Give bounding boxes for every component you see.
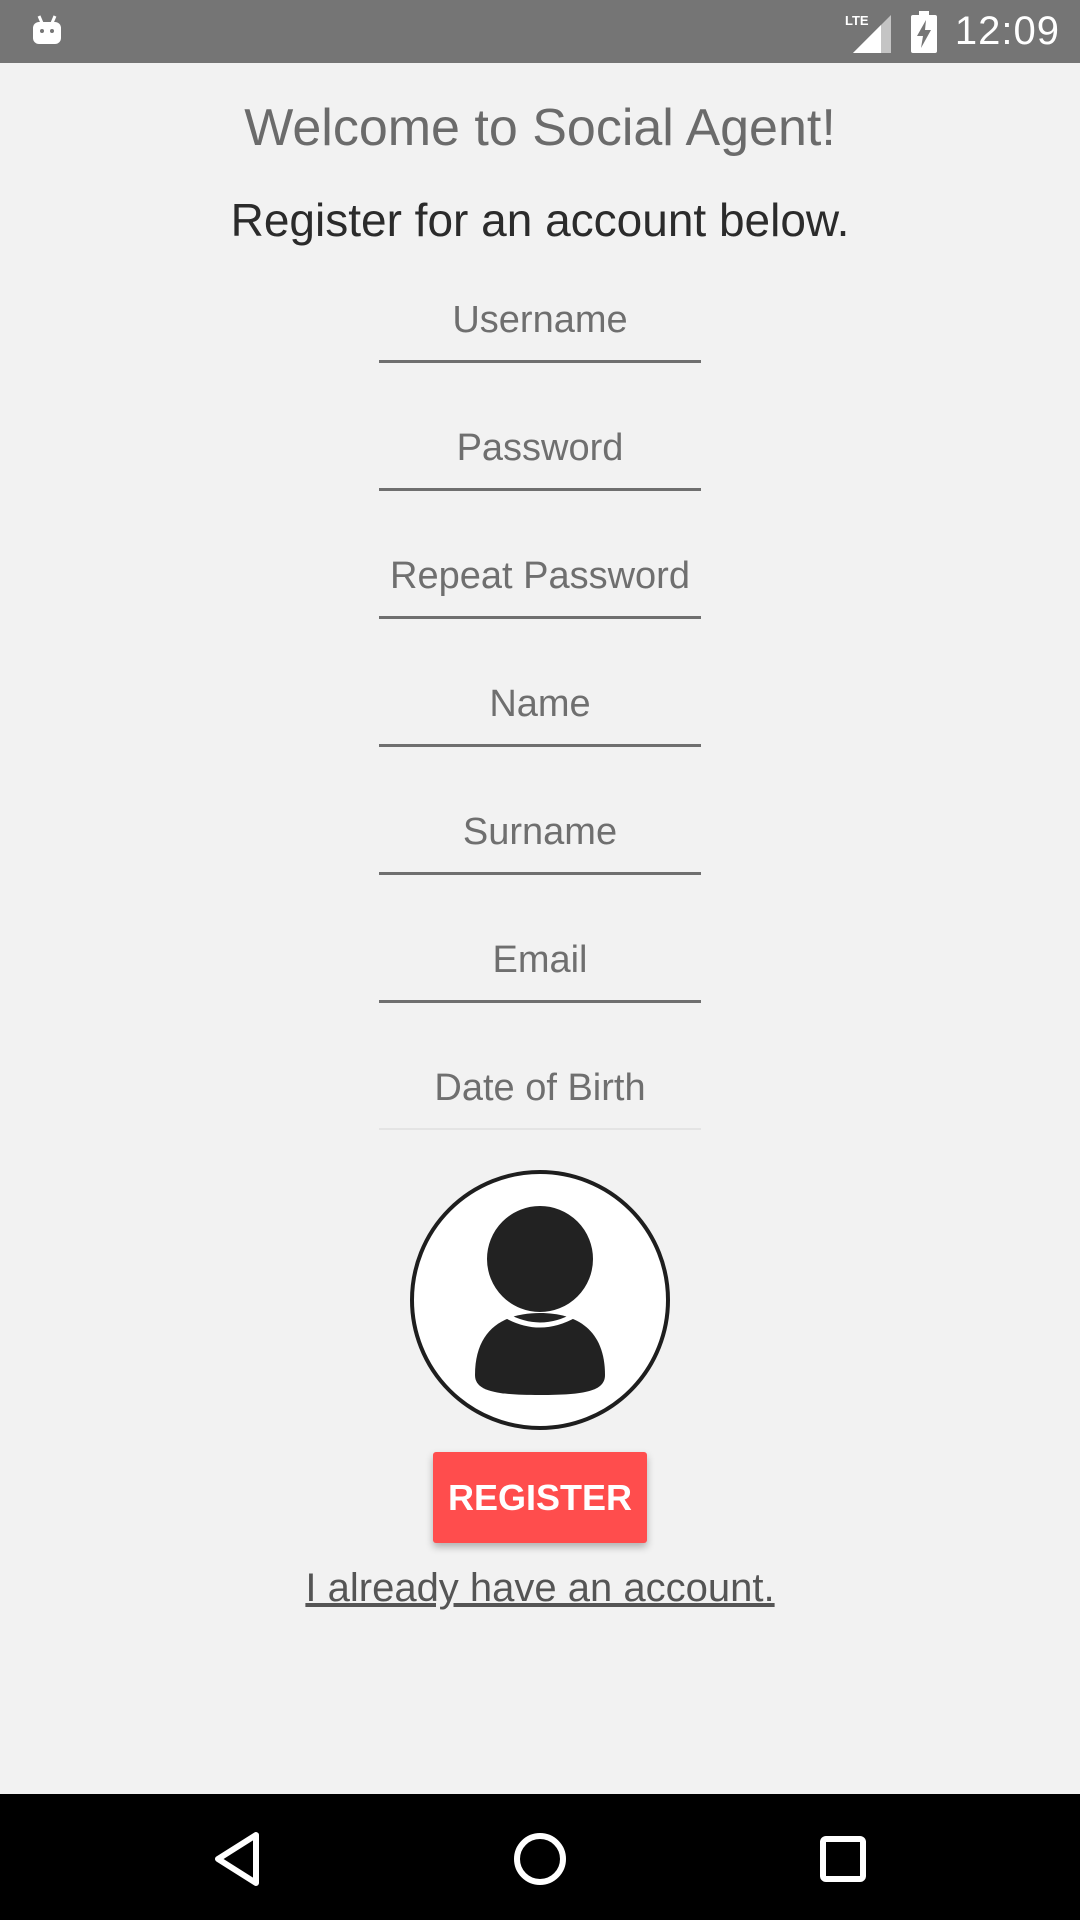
welcome-title: Welcome to Social Agent!: [244, 99, 836, 157]
lte-signal-icon: LTE: [845, 13, 891, 53]
status-bar-right: LTE 12:09: [845, 0, 1060, 63]
surname-field[interactable]: [379, 792, 701, 872]
user-avatar-icon: [475, 1205, 605, 1395]
register-button[interactable]: REGISTER: [433, 1452, 647, 1543]
name-field[interactable]: [379, 664, 701, 744]
username-field-container: [379, 280, 701, 363]
surname-field-container: [379, 792, 701, 875]
email-field[interactable]: [379, 920, 701, 1000]
recents-icon: [820, 1836, 866, 1882]
battery-charging-icon: [910, 10, 937, 53]
register-subtitle: Register for an account below.: [230, 194, 850, 246]
password-field-container: [379, 408, 701, 491]
repeat-password-field-container: [379, 536, 701, 619]
nav-home-button[interactable]: [495, 1814, 585, 1904]
dob-field-container: [379, 1048, 701, 1130]
network-type-label: LTE: [845, 13, 869, 28]
username-field[interactable]: [379, 280, 701, 360]
register-screen: Welcome to Social Agent! Register for an…: [0, 63, 1080, 1794]
profile-picture-picker[interactable]: [410, 1170, 670, 1430]
email-field-container: [379, 920, 701, 1003]
password-field[interactable]: [379, 408, 701, 488]
nav-recents-button[interactable]: [798, 1814, 888, 1904]
back-icon: [215, 1832, 259, 1886]
nav-back-button[interactable]: [192, 1814, 282, 1904]
repeat-password-field[interactable]: [379, 536, 701, 616]
navigation-bar: [0, 1794, 1080, 1920]
android-icon: [33, 15, 61, 44]
home-icon: [514, 1833, 566, 1885]
name-field-container: [379, 664, 701, 747]
date-of-birth-field[interactable]: [379, 1048, 701, 1128]
already-have-account-link[interactable]: I already have an account.: [0, 1566, 1080, 1611]
status-time: 12:09: [954, 9, 1060, 53]
status-bar: LTE 12:09: [0, 0, 1080, 63]
